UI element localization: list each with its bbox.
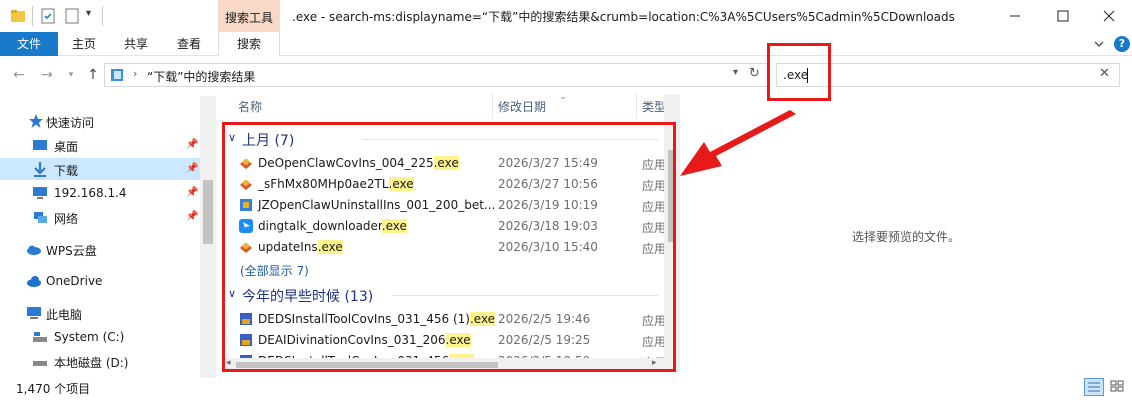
refresh-icon[interactable]: ↻ (749, 66, 760, 81)
computer-icon (27, 307, 41, 319)
sidebar-scrollbar-thumb[interactable] (203, 180, 213, 244)
navigation-pane: 快速访问 桌面 📌 下载 📌 192.168.1.4 📌 网络 📌 WPS云盘 … (0, 96, 200, 376)
column-header-type[interactable]: 类型 (642, 98, 666, 115)
qat-separator (32, 6, 33, 26)
drive-c-icon (33, 332, 47, 342)
sidebar-item-label: System (C:) (54, 330, 125, 344)
address-bar[interactable]: › “下载”中的搜索结果 ▾ ↻ (104, 63, 768, 87)
annotation-arrow-icon (680, 110, 796, 176)
large-icons-view-button[interactable] (1108, 378, 1128, 396)
navigation-bar: ← → ▾ ↑ › “下载”中的搜索结果 ▾ ↻ .exe ✕ (0, 56, 1132, 94)
sidebar-item-label: 本地磁盘 (D:) (54, 356, 129, 370)
clear-search-icon[interactable]: ✕ (1099, 66, 1110, 81)
column-header-date[interactable]: 修改日期 (498, 98, 546, 115)
sidebar-item-drive-d[interactable]: 本地磁盘 (D:) (0, 350, 200, 372)
folder-icon (11, 10, 25, 22)
preview-pane-message: 选择要预览的文件。 (852, 230, 961, 244)
new-folder-icon[interactable] (64, 8, 80, 24)
network-icon (34, 212, 47, 223)
sidebar-item-this-pc[interactable]: 此电脑 (0, 302, 200, 324)
title-bar: ▾ 搜索工具 .exe - search-ms:displayname=“下载”… (0, 0, 1132, 32)
forward-arrow-icon[interactable]: → (38, 66, 56, 84)
sidebar-item-label: OneDrive (46, 274, 103, 288)
column-header-name[interactable]: 名称 (238, 98, 262, 115)
sidebar-item-label: 快速访问 (46, 116, 95, 130)
star-icon (29, 114, 43, 128)
details-view-icon (1088, 382, 1100, 392)
maximize-button[interactable] (1040, 0, 1086, 32)
large-icons-view-icon (1110, 380, 1124, 392)
details-view-button[interactable] (1084, 378, 1104, 396)
sidebar-item-label: 192.168.1.4 (54, 186, 127, 200)
qat-separator (102, 6, 103, 26)
onedrive-icon (27, 276, 41, 287)
recent-chevron-icon[interactable]: ▾ (62, 66, 80, 84)
maximize-icon (1057, 10, 1069, 22)
close-icon (1103, 10, 1115, 22)
tab-share[interactable]: 共享 (110, 32, 162, 56)
sidebar-item-onedrive[interactable]: OneDrive (0, 270, 200, 292)
window-title: .exe - search-ms:displayname=“下载”中的搜索结果&… (292, 10, 955, 24)
sidebar-item-desktop[interactable]: 桌面 📌 (0, 134, 200, 156)
sidebar-item-quick-access[interactable]: 快速访问 (0, 110, 200, 132)
sidebar-item-label: 网络 (54, 212, 79, 226)
desktop-icon (33, 140, 47, 150)
ribbon-tabs: 文件 主页 共享 查看 搜索 ? (0, 32, 1132, 56)
pin-icon: 📌 (186, 139, 199, 150)
status-bar: 1,470 个项目 (0, 376, 1132, 400)
annotation-box-results (222, 122, 676, 372)
column-separator[interactable] (636, 94, 637, 118)
tab-search[interactable]: 搜索 (218, 32, 280, 56)
sidebar-item-label: 桌面 (54, 140, 79, 154)
item-count: 1,470 个项目 (16, 382, 91, 396)
sidebar-item-downloads[interactable]: 下载 📌 (0, 158, 200, 180)
sidebar-item-label: 下载 (54, 164, 79, 178)
minimize-button[interactable] (992, 0, 1038, 32)
sidebar-item-label: WPS云盘 (46, 244, 97, 258)
tab-home[interactable]: 主页 (58, 32, 110, 56)
breadcrumb[interactable]: “下载”中的搜索结果 (147, 68, 255, 85)
monitor-icon (33, 187, 47, 199)
wps-cloud-icon (27, 245, 41, 255)
back-arrow-icon[interactable]: ← (10, 66, 28, 84)
sidebar-item-network-host[interactable]: 192.168.1.4 📌 (0, 182, 200, 204)
pin-icon: 📌 (186, 187, 199, 198)
tab-file[interactable]: 文件 (0, 32, 58, 56)
minimize-icon (1010, 15, 1020, 17)
column-separator[interactable] (492, 94, 493, 118)
drive-d-icon (33, 361, 47, 366)
sidebar-item-drive-c[interactable]: System (C:) (0, 326, 200, 348)
close-button[interactable] (1086, 0, 1132, 32)
properties-icon[interactable] (40, 8, 56, 24)
help-icon[interactable]: ? (1114, 36, 1130, 52)
pin-icon: 📌 (186, 211, 199, 222)
sidebar-item-label: 此电脑 (46, 308, 83, 322)
pin-icon: 📌 (186, 163, 199, 174)
context-tab-label: 搜索工具 (224, 11, 273, 25)
breadcrumb-chevron-icon[interactable]: › (133, 67, 137, 80)
tab-view[interactable]: 查看 (162, 32, 216, 56)
up-arrow-icon[interactable]: ↑ (84, 66, 102, 84)
sidebar-item-network[interactable]: 网络 📌 (0, 206, 200, 228)
qat-dropdown-icon[interactable]: ▾ (86, 8, 91, 19)
address-dropdown-icon[interactable]: ▾ (733, 67, 738, 78)
search-results-folder-icon (111, 69, 123, 81)
annotation-box-search (767, 43, 831, 101)
context-tab-search-tools: 搜索工具 (218, 0, 280, 32)
ribbon-expand-chevron-icon[interactable] (1092, 37, 1106, 51)
sidebar-item-wps-cloud[interactable]: WPS云盘 (0, 238, 200, 260)
sort-chevron-icon: ⌄ (559, 94, 567, 102)
download-icon (34, 162, 46, 177)
